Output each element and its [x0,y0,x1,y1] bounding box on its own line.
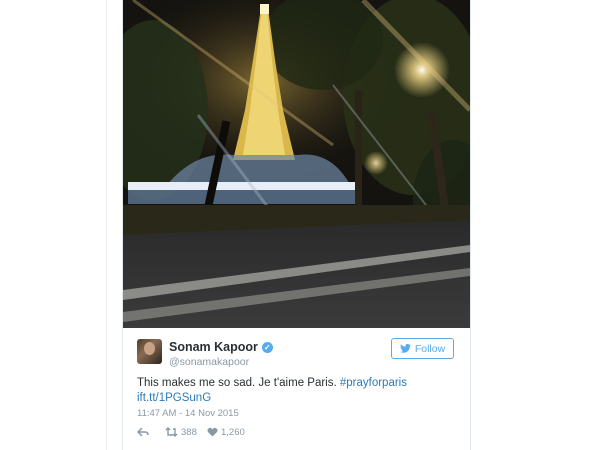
author-handle[interactable]: @sonamakapoor [169,356,249,368]
hashtag-link[interactable]: #prayforparis [340,377,407,389]
reply-icon [137,427,149,437]
author-name[interactable]: Sonam Kapoor ✓ [169,340,273,354]
avatar[interactable] [137,339,162,364]
retweet-icon [165,427,178,437]
tweet-text: This makes me so sad. Je t'aime Paris. #… [137,377,407,389]
tweet-actions: 388 1,260 [137,425,245,439]
retweet-button[interactable]: 388 [165,427,207,438]
eiffel-tower-night-photo [123,0,470,328]
tweet-card: Sonam Kapoor ✓ @sonamakapoor Follow This … [122,0,471,450]
tweet-url-link[interactable]: ift.tt/1PGSunG [137,392,211,404]
verified-badge-icon: ✓ [261,342,273,353]
page-divider [106,0,107,450]
twitter-bird-icon [399,344,411,353]
like-count: 1,260 [221,426,245,438]
follow-label: Follow [414,342,446,355]
follow-button[interactable]: Follow [391,338,454,359]
author-name-text[interactable]: Sonam Kapoor [169,340,258,354]
tweet-text-main: This makes me so sad. Je t'aime Paris. [137,377,340,389]
retweet-count: 388 [181,426,197,438]
like-button[interactable]: 1,260 [207,427,245,438]
tweet-photo[interactable] [123,0,470,328]
reply-button[interactable] [137,427,165,437]
heart-icon [207,427,218,437]
tweet-timestamp[interactable]: 11:47 AM - 14 Nov 2015 [137,408,239,419]
